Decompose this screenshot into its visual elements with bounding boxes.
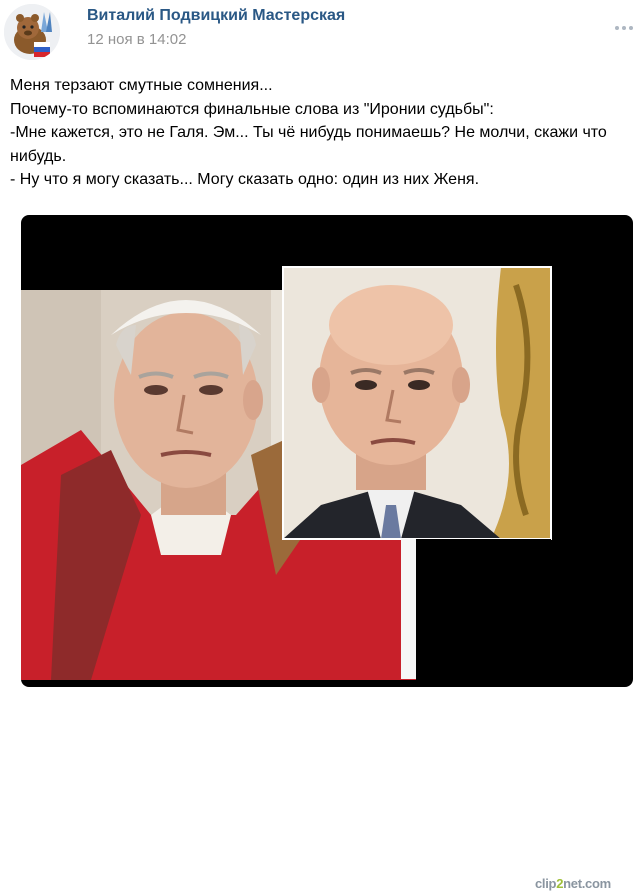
watermark-text-post: net.com [563,876,611,891]
post-photo[interactable]: clip2net.com [21,215,633,891]
post-text-line: Меня терзают смутные сомнения... [10,77,273,94]
right-photo [283,267,551,539]
post-date-link[interactable]: 12 ноя в 14:02 [87,31,186,48]
watermark-text-pre: clip [535,876,557,891]
ellipsis-icon [615,26,633,30]
wall-post: Виталий Подвицкий Мастерская 12 ноя в 14… [0,0,640,891]
photo-collage [21,215,633,687]
author-avatar[interactable] [4,4,60,60]
avatar-icon [4,4,60,60]
author-name-link[interactable]: Виталий Подвицкий Мастерская [87,7,345,25]
watermark-text-accent: 2 [556,876,564,891]
post-text-line: -Мне кажется, это не Галя. Эм... Ты чё н… [10,124,607,165]
post-text-line: - Ну что я могу сказать... Могу сказать … [10,171,480,188]
photo-watermark: clip2net.com [535,876,611,891]
post-text-line: Почему-то вспоминаются финальные слова и… [10,100,494,118]
post-options-button[interactable] [612,18,636,38]
post-text: Меня терзают смутные сомнения... Почему-… [10,74,630,192]
